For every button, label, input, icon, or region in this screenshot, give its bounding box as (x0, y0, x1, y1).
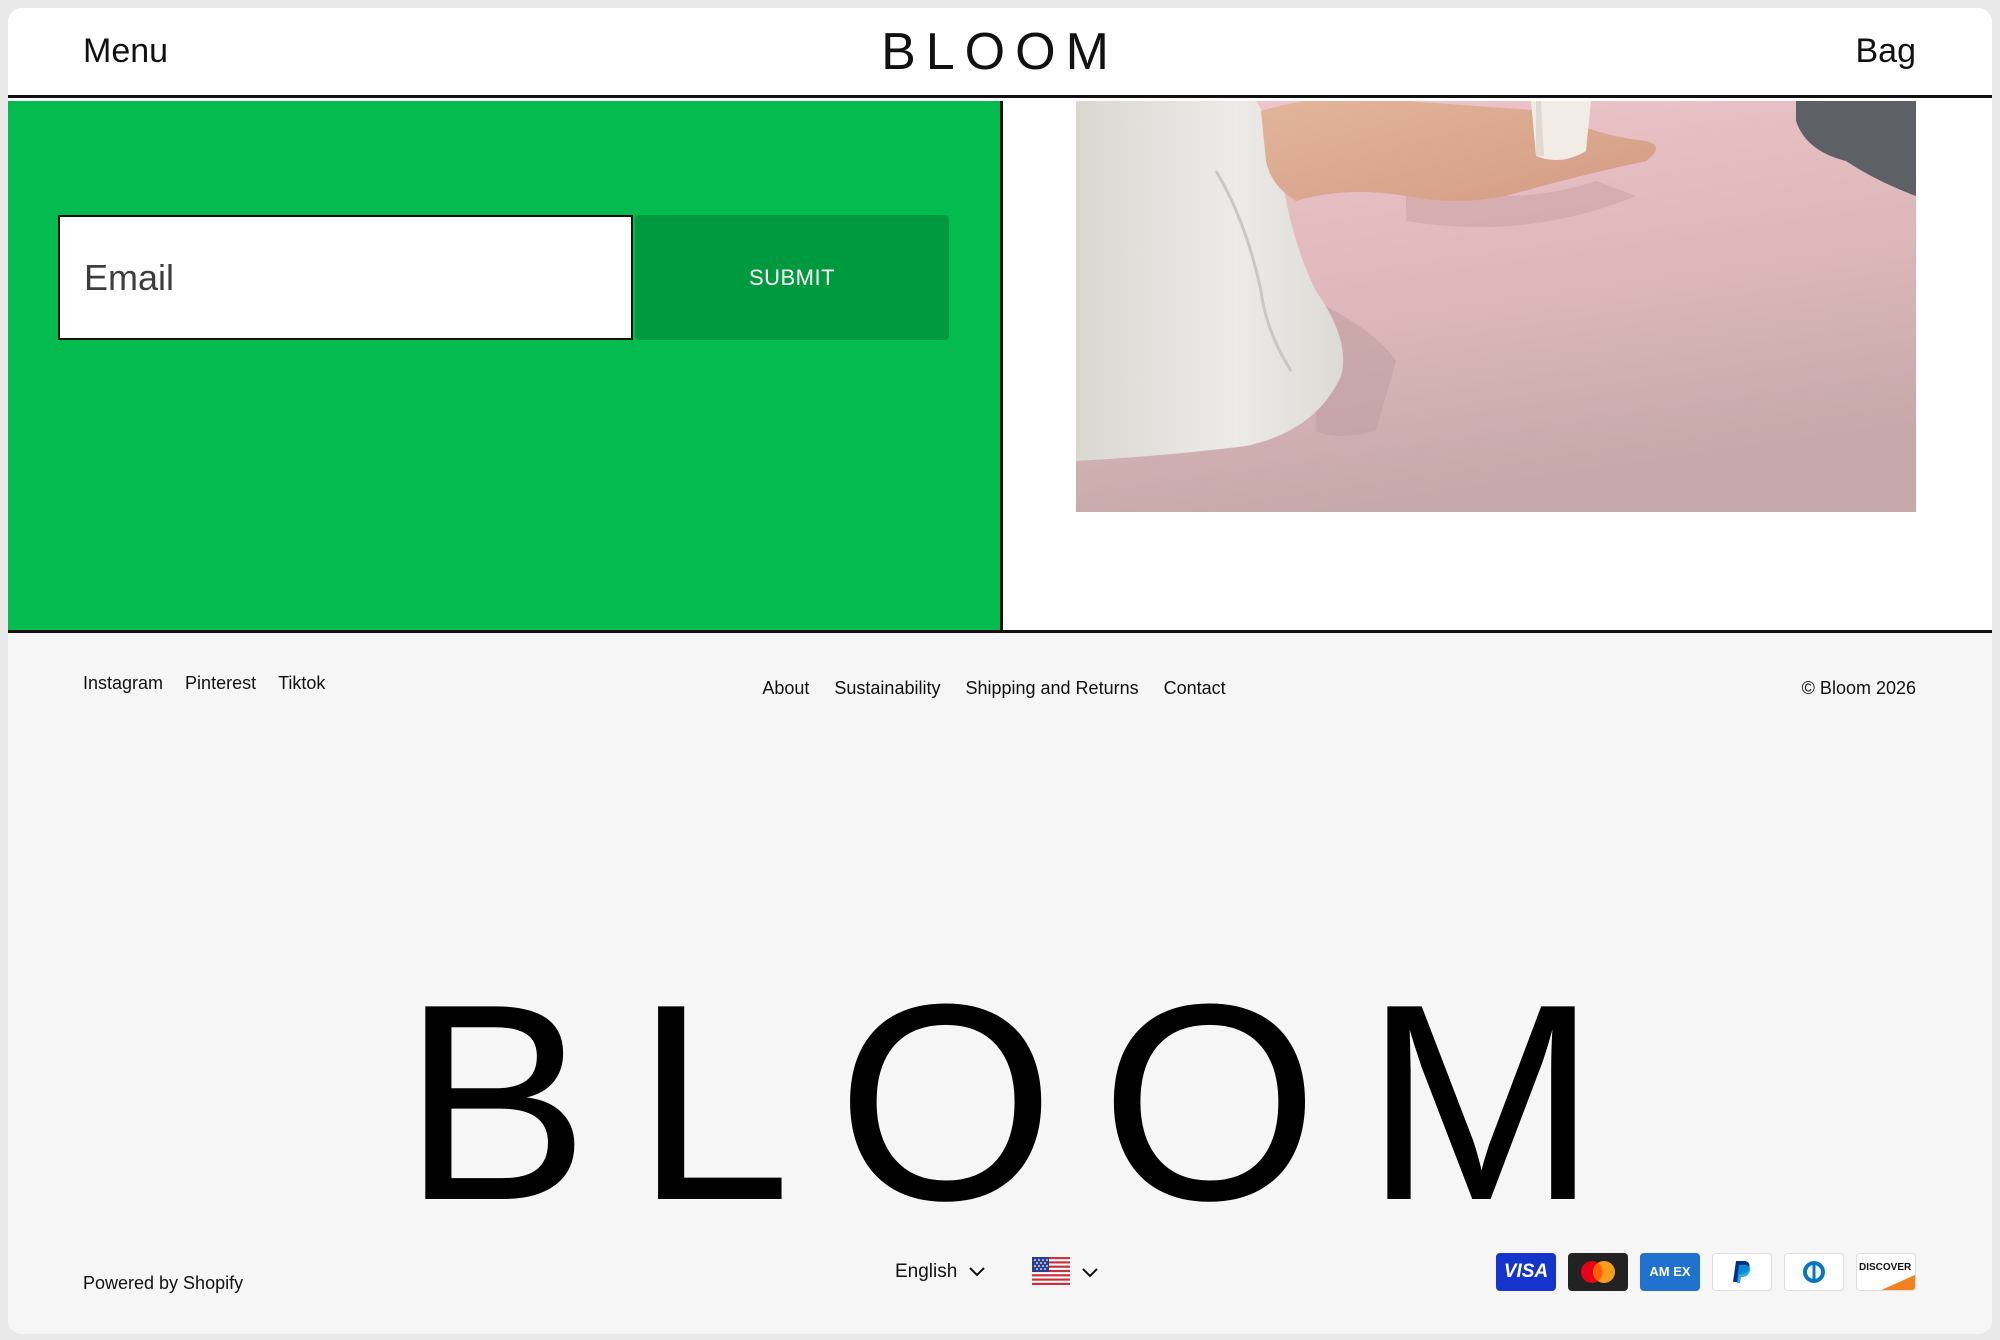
site-header: Menu BLOOM Bag (8, 8, 1992, 98)
payment-icons: VISA AM EX DISCOVER (1496, 1253, 1916, 1291)
shipping-returns-link[interactable]: Shipping and Returns (965, 678, 1138, 699)
discover-icon: DISCOVER (1856, 1253, 1916, 1291)
contact-link[interactable]: Contact (1164, 678, 1226, 699)
chevron-down-icon (1082, 1265, 1098, 1283)
bag-button[interactable]: Bag (1856, 32, 1917, 71)
powered-by-link[interactable]: Powered by Shopify (83, 1273, 243, 1294)
us-flag-icon (1032, 1257, 1070, 1290)
footer-logo: BLOOM (402, 947, 1644, 1259)
submit-button[interactable]: SUBMIT (635, 215, 949, 340)
country-selector[interactable] (1032, 1257, 1098, 1290)
copyright: © Bloom 2026 (1801, 678, 1916, 698)
mastercard-icon (1568, 1253, 1628, 1291)
email-input[interactable] (58, 215, 633, 340)
site-logo[interactable]: BLOOM (8, 22, 1992, 82)
page-frame: Menu BLOOM Bag SUBMIT (8, 8, 1992, 1334)
about-link[interactable]: About (762, 678, 809, 699)
amex-icon: AM EX (1640, 1253, 1700, 1291)
chevron-down-icon (969, 1261, 986, 1283)
sustainability-link[interactable]: Sustainability (834, 678, 940, 699)
language-selector[interactable]: English (895, 1261, 986, 1283)
language-label: English (895, 1261, 958, 1282)
diners-club-icon (1784, 1253, 1844, 1291)
product-image (1076, 101, 1916, 512)
visa-icon: VISA (1496, 1253, 1556, 1291)
site-footer: Instagram Pinterest Tiktok About Sustain… (8, 633, 1992, 1334)
newsletter-panel: SUBMIT (8, 101, 1000, 632)
paypal-icon (1712, 1253, 1772, 1291)
footer-nav: About Sustainability Shipping and Return… (8, 678, 1992, 699)
